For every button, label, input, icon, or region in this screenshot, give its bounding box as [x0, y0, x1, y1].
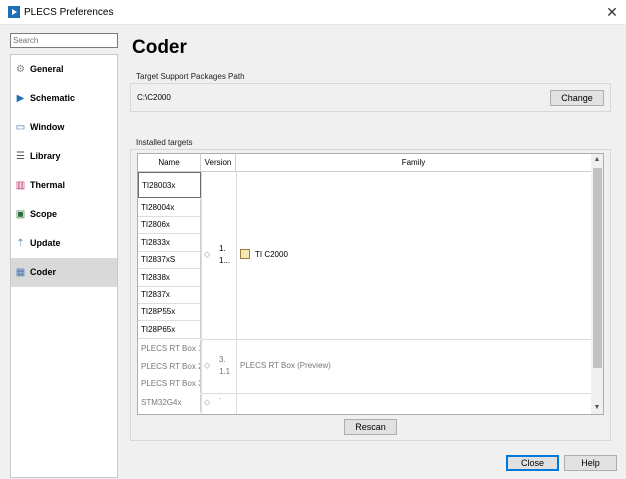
sidebar-item-label: Library	[30, 151, 61, 161]
tsp-path-value: C:\C2000	[137, 93, 171, 102]
group-divider	[201, 393, 591, 395]
plecs-app-icon	[8, 6, 20, 18]
target-name-cell[interactable]: TI2837x	[138, 286, 201, 304]
target-family-text: TI C2000	[255, 250, 288, 260]
window-icon: ▭	[15, 122, 26, 133]
target-name-cell[interactable]: TI2838x	[138, 268, 201, 287]
target-name-cell[interactable]: STM32G4x	[138, 394, 201, 413]
target-version-text: 1.1	[219, 367, 231, 377]
sidebar-item-label: Update	[30, 238, 61, 248]
sidebar-item-label: Thermal	[30, 180, 66, 190]
sidebar-item-label: Coder	[30, 267, 57, 277]
play-icon: ▶	[16, 93, 25, 104]
sidebar-item-scope[interactable]: ▣ Scope	[11, 200, 117, 229]
package-icon	[240, 249, 250, 260]
update-icon: ⇡	[16, 238, 25, 249]
column-divider	[201, 172, 202, 414]
target-version-text: 3.	[219, 355, 226, 365]
sidebar-item-label: Scope	[30, 209, 58, 219]
group-divider	[201, 339, 591, 341]
sidebar-item-label: Window	[30, 122, 65, 132]
target-name-cell[interactable]: PLECS RT Box 2	[138, 357, 201, 376]
search-input[interactable]	[10, 33, 118, 48]
list-icon: ☰	[16, 151, 25, 162]
sidebar-item-update[interactable]: ⇡ Update	[11, 229, 117, 258]
sidebar-item-label: Schematic	[30, 93, 76, 103]
sidebar-item-general[interactable]: ⚙ General	[11, 55, 117, 84]
sidebar-item-label: General	[30, 64, 64, 74]
close-window-icon[interactable]: ✕	[602, 2, 622, 22]
scope-icon: ▣	[15, 209, 26, 220]
sidebar-item-library[interactable]: ☰ Library	[11, 142, 117, 171]
target-name-cell[interactable]: PLECS RT Box 1	[138, 340, 201, 359]
thermal-icon: ▥	[15, 180, 26, 191]
sidebar-item-schematic[interactable]: ▶ Schematic	[11, 84, 117, 113]
rescan-button[interactable]: Rescan	[344, 419, 397, 435]
target-name-cell[interactable]: TI2833x	[138, 233, 201, 252]
target-version-text: 1...	[219, 256, 231, 266]
target-name-cell[interactable]: PLECS RT Box 3	[138, 375, 201, 393]
scroll-down-icon[interactable]: ▼	[591, 402, 603, 414]
tsp-group	[130, 83, 611, 112]
close-button[interactable]: Close	[506, 455, 559, 471]
target-version-icon: ⬦	[204, 249, 211, 260]
gear-icon: ⚙	[16, 64, 25, 75]
change-path-button[interactable]: Change	[550, 90, 604, 106]
sidebar: ⚙ General ▶ Schematic ▭ Window ☰ Library ▥ Therma…	[10, 54, 118, 478]
target-version-icon: ⬦	[204, 360, 211, 371]
scroll-up-icon[interactable]: ▲	[591, 154, 603, 166]
title-bar: PLECS Preferences ✕	[0, 0, 626, 25]
table-vertical-scrollbar[interactable]: ▲ ▼	[591, 154, 603, 414]
target-version-text: .	[219, 392, 222, 402]
target-name-cell[interactable]: TI2837xS	[138, 251, 201, 270]
sidebar-item-window[interactable]: ▭ Window	[11, 113, 117, 142]
help-button[interactable]: Help	[564, 455, 617, 471]
target-name-cell[interactable]: TI28P65x	[138, 320, 201, 339]
installed-targets-label: Installed targets	[136, 138, 193, 147]
target-version-text: 1.	[219, 244, 226, 254]
column-divider	[236, 172, 237, 414]
column-header-version[interactable]: Version	[201, 154, 236, 172]
installed-targets-table: Name Version Family TI28003x TI28004x TI28…	[137, 153, 604, 415]
window-title: PLECS Preferences	[24, 7, 114, 18]
target-name-cell[interactable]: TI28004x	[138, 199, 201, 217]
coder-icon: ▦	[15, 267, 26, 278]
sidebar-item-thermal[interactable]: ▥ Thermal	[11, 171, 117, 200]
scrollbar-thumb[interactable]	[593, 168, 602, 368]
sidebar-item-coder[interactable]: ▦ Coder	[11, 258, 117, 287]
page-title: Coder	[132, 37, 187, 58]
target-name-cell[interactable]: TI2806x	[138, 216, 201, 235]
target-name-cell[interactable]: TI28003x	[138, 172, 201, 198]
target-family-text: PLECS RT Box (Preview)	[240, 361, 331, 371]
column-header-name[interactable]: Name	[138, 154, 201, 172]
tsp-group-label: Target Support Packages Path	[136, 72, 245, 81]
column-header-family[interactable]: Family	[236, 154, 591, 172]
target-version-icon: ⬦	[204, 397, 211, 408]
target-name-cell[interactable]: TI28P55x	[138, 303, 201, 322]
